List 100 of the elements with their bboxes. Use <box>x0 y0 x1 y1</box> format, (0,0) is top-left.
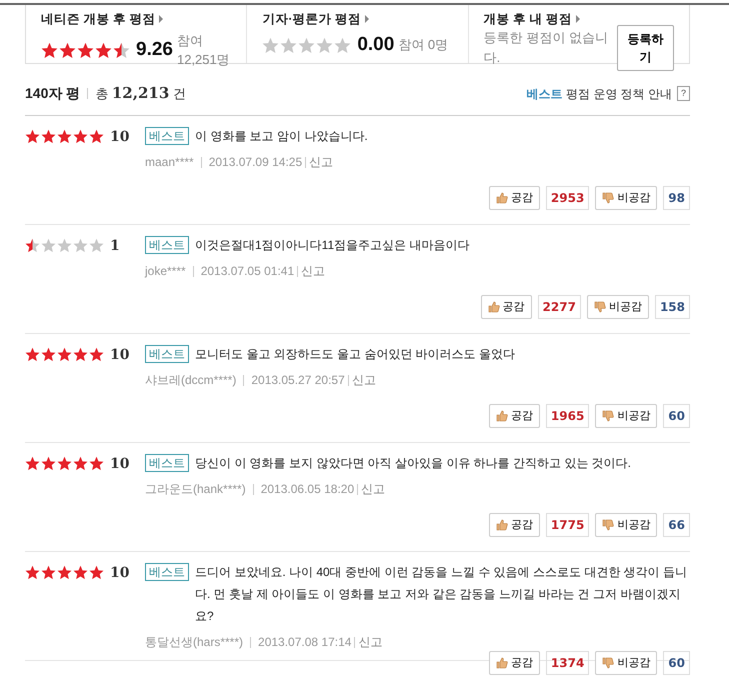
participant-count: 참여 0명 <box>398 36 448 54</box>
rating-title[interactable]: 네티즌 개봉 후 평점 <box>41 10 156 29</box>
review-date: 2013.05.27 20:57 <box>251 372 345 389</box>
dislike-count: 60 <box>663 651 690 675</box>
star-icon <box>57 565 72 580</box>
register-button[interactable]: 등록하기 <box>617 24 674 71</box>
star-icon <box>59 42 76 59</box>
star-icon <box>89 347 104 362</box>
review-date: 2013.07.05 01:41 <box>200 263 294 280</box>
thumbs-down-icon <box>602 657 614 669</box>
report-link[interactable]: 신고 <box>352 371 376 389</box>
dislike-button[interactable]: 비공감 <box>595 404 658 428</box>
star-icon <box>89 129 104 144</box>
report-link[interactable]: 신고 <box>358 633 382 651</box>
section-title: 140자 평 <box>25 84 80 103</box>
participant-count: 참여 12,251명 <box>176 32 231 70</box>
dislike-button[interactable]: 비공감 <box>586 295 649 319</box>
author-name: 그라운드(hank****) <box>145 481 246 498</box>
star-icon <box>298 36 316 54</box>
like-count: 1775 <box>546 513 590 537</box>
thumbs-up-icon <box>496 657 508 669</box>
report-link[interactable]: 신고 <box>309 153 334 171</box>
author-name: 통달선생(hars****) <box>145 634 244 651</box>
review-date: 2013.07.09 14:25 <box>208 154 302 171</box>
star-icon <box>41 565 56 580</box>
best-tag: 베스트 <box>145 454 189 472</box>
caret-icon <box>159 15 164 24</box>
dislike-count: 98 <box>663 186 690 210</box>
rating-title[interactable]: 개봉 후 내 평점 <box>484 10 572 29</box>
dislike-count: 158 <box>654 295 690 319</box>
star-icon <box>280 36 298 54</box>
dislike-count: 66 <box>663 513 690 537</box>
like-count: 1965 <box>546 404 590 428</box>
star-icon <box>95 42 112 59</box>
caret-icon <box>576 15 580 24</box>
star-icon <box>316 36 334 54</box>
report-link[interactable]: 신고 <box>301 262 326 280</box>
star-icon <box>57 347 72 362</box>
author-name: joke**** <box>145 263 186 280</box>
no-rating-message: 등록한 평점이 없습니다. <box>484 29 609 67</box>
review-total: 총 12,213 건 <box>95 83 186 104</box>
dislike-button[interactable]: 비공감 <box>595 651 658 675</box>
star-icon <box>25 347 40 362</box>
rating-title[interactable]: 기자·평론가 평점 <box>262 10 361 29</box>
star-icon <box>89 565 104 580</box>
review-score: 10 <box>110 347 130 363</box>
policy-link[interactable]: 베스트 평점 운영 정책 안내 <box>526 84 672 104</box>
author-name: 샤브레(dccm****) <box>145 372 236 389</box>
thumbs-down-icon <box>602 192 614 204</box>
review-score: 10 <box>110 565 130 581</box>
star-icon <box>41 238 56 253</box>
review-text: 이 영화를 보고 암이 나았습니다. <box>195 128 368 145</box>
like-count: 1374 <box>546 651 590 675</box>
best-tag: 베스트 <box>145 345 189 363</box>
like-count: 2277 <box>538 295 581 319</box>
caret-icon <box>364 15 369 24</box>
star-icon <box>113 42 130 59</box>
like-count: 2953 <box>546 186 590 210</box>
review-text: 당신이 이 영화를 보지 않았다면 아직 살아있을 이유 하나를 간직하고 있는 것이다. <box>195 455 632 472</box>
thumbs-down-icon <box>594 301 606 313</box>
star-icon <box>77 42 94 59</box>
star-icon <box>73 347 88 362</box>
review-text: 드디어 보았네요. 나이 40대 중반에 이런 감동을 느낄 수 있음에 스스로도 대견한 생각이 듭니다. 먼 훗날 제 아이들도 이 영화를 보고 저와 같은 감동을 느끼길 바라는 건 그저 바램이겠지요? <box>195 564 688 625</box>
average-score: 0.00 <box>357 32 394 57</box>
star-icon <box>57 238 72 253</box>
best-tag: 베스트 <box>145 563 189 581</box>
star-icon <box>25 565 40 580</box>
star-icon <box>41 347 56 362</box>
average-score: 9.26 <box>136 38 173 62</box>
star-icon <box>73 456 88 471</box>
help-button[interactable]: ? <box>676 86 690 102</box>
star-icon <box>334 36 352 54</box>
review-score: 10 <box>110 456 130 472</box>
review-date: 2013.06.05 18:20 <box>260 481 354 498</box>
dislike-button[interactable]: 비공감 <box>595 513 658 537</box>
like-button[interactable]: 공감 <box>488 186 540 210</box>
like-button[interactable]: 공감 <box>480 295 532 319</box>
report-link[interactable]: 신고 <box>361 480 386 498</box>
review-score: 1 <box>110 238 120 254</box>
thumbs-up-icon <box>488 301 500 313</box>
author-name: maan**** <box>145 154 194 171</box>
best-tag: 베스트 <box>145 236 189 254</box>
review-text: 모니터도 울고 외장하드도 울고 숨어있던 바이러스도 울었다 <box>195 346 516 363</box>
thumbs-up-icon <box>496 519 508 531</box>
star-icon <box>89 456 104 471</box>
star-icon <box>25 238 40 253</box>
review-date: 2013.07.08 17:14 <box>258 634 352 651</box>
star-icon <box>57 129 72 144</box>
star-icon <box>57 456 72 471</box>
like-button[interactable]: 공감 <box>488 404 540 428</box>
star-icon <box>41 129 56 144</box>
like-button[interactable]: 공감 <box>488 513 540 537</box>
star-icon <box>89 238 104 253</box>
like-button[interactable]: 공감 <box>488 651 540 675</box>
thumbs-down-icon <box>602 410 614 422</box>
star-icon <box>41 456 56 471</box>
best-tag: 베스트 <box>145 127 189 145</box>
star-icon <box>25 456 40 471</box>
thumbs-down-icon <box>602 519 614 531</box>
dislike-button[interactable]: 비공감 <box>595 186 658 210</box>
